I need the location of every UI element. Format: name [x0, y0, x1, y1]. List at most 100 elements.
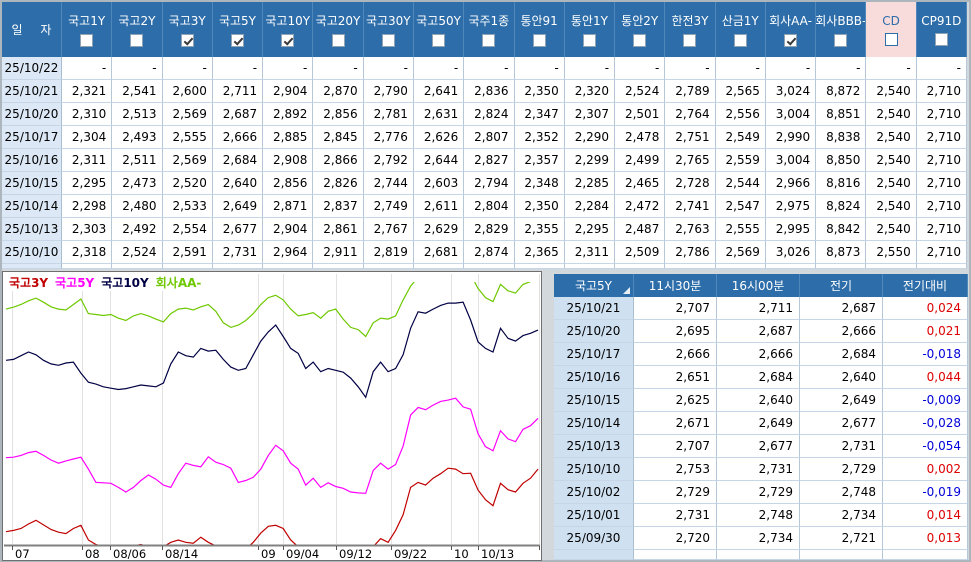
table-row[interactable]: 25/10/16 2,311 2,511 2,569 2,684 2,908 2,866 2,… [2, 149, 967, 172]
column-header-7[interactable]: 국고50Y [413, 2, 465, 57]
quote-cell: 2,649 [717, 412, 800, 435]
column-header-1[interactable]: 국고2Y [112, 2, 163, 57]
quote-row[interactable]: 25/10/02 2,729 2,729 2,748 -0,019 [554, 481, 968, 504]
quote-cell: 2,684 [717, 366, 800, 389]
column-header-17[interactable]: CP91D [916, 2, 967, 57]
yield-cell: 2,547 [715, 195, 766, 218]
yield-cell: - [112, 57, 163, 80]
table-row[interactable]: 25/10/14 2,298 2,480 2,533 2,649 2,871 2,837 2,… [2, 195, 967, 218]
column-checkbox-2[interactable] [180, 34, 194, 47]
yield-cell: 2,764 [665, 103, 716, 126]
yield-cell [263, 264, 314, 269]
yield-cell: - [212, 57, 264, 80]
column-checkbox-17[interactable] [934, 32, 948, 46]
yield-cell: 2,520 [162, 172, 213, 195]
table-row[interactable]: 25/10/22- - - - - - - - - - - - - - - - - - [2, 57, 967, 80]
quote-column-header-3[interactable]: 전기 [800, 274, 883, 297]
column-checkbox-12[interactable] [683, 34, 697, 47]
yield-cell: - [615, 57, 666, 80]
column-header-11[interactable]: 통안2Y [615, 2, 666, 57]
yield-cell [615, 264, 666, 269]
x-axis-label: 09 [261, 547, 276, 561]
column-checkbox-14[interactable] [784, 34, 798, 47]
column-header-label: 회사BBB- [816, 14, 867, 28]
yield-cell: - [313, 57, 364, 80]
quote-date: 25/10/17 [554, 343, 634, 366]
yield-cell: 2,298 [62, 195, 113, 218]
column-checkbox-5[interactable] [331, 34, 345, 47]
column-header-9[interactable]: 통안91 [514, 2, 565, 57]
column-header-4[interactable]: 국고10Y [263, 2, 314, 57]
yield-cell: 2,355 [514, 218, 565, 241]
column-header-13[interactable]: 산금1Y [715, 2, 766, 57]
table-row[interactable]: 25/10/21 2,321 2,541 2,600 2,711 2,904 2,870 2,… [2, 80, 967, 103]
column-checkbox-4[interactable] [281, 34, 295, 47]
column-checkbox-8[interactable] [482, 34, 496, 47]
quote-row[interactable]: 25/10/20 2,695 2,687 2,666 0,021 [554, 320, 968, 343]
yield-cell: 2,303 [62, 218, 113, 241]
row-date [2, 264, 62, 269]
column-header-16[interactable]: CD [866, 2, 917, 57]
table-row[interactable]: 25/10/10 2,318 2,524 2,591 2,731 2,964 2,911 2,… [2, 241, 967, 264]
yield-cell: 2,357 [514, 149, 565, 172]
yield-cell: 2,524 [112, 241, 163, 264]
column-header-3[interactable]: 국고5Y [212, 2, 264, 57]
column-header-10[interactable]: 통안1Y [564, 2, 616, 57]
quote-row[interactable]: 25/10/16 2,651 2,684 2,640 0,044 [554, 366, 968, 389]
quote-row[interactable]: 25/10/17 2,666 2,666 2,684 -0,018 [554, 343, 968, 366]
column-header-2[interactable]: 국고3Y [162, 2, 213, 57]
column-header-15[interactable]: 회사BBB- [816, 2, 867, 57]
change-cell: -0,009 [883, 389, 968, 412]
column-checkbox-1[interactable] [130, 34, 144, 47]
yield-cell: 2,751 [665, 126, 716, 149]
quote-row[interactable]: 25/10/01 2,731 2,748 2,734 0,014 [554, 504, 968, 527]
column-checkbox-6[interactable] [381, 34, 395, 47]
yield-cell: 2,763 [665, 218, 716, 241]
column-header-5[interactable]: 국고20Y [313, 2, 364, 57]
column-checkbox-3[interactable] [230, 34, 244, 47]
column-checkbox-0[interactable] [80, 34, 94, 47]
column-checkbox-13[interactable] [733, 34, 747, 47]
quote-cell [800, 550, 883, 560]
column-checkbox-16[interactable] [884, 32, 898, 46]
column-header-8[interactable]: 국주1종 [464, 2, 515, 57]
column-checkbox-15[interactable] [834, 34, 848, 47]
column-header-label: 국고50Y [416, 14, 461, 28]
table-row[interactable]: 25/10/13 2,303 2,492 2,554 2,677 2,904 2,861 2,… [2, 218, 967, 241]
quote-row[interactable]: 25/10/13 2,707 2,677 2,731 -0,054 [554, 435, 968, 458]
quote-row[interactable]: 25/10/14 2,671 2,649 2,677 -0,028 [554, 412, 968, 435]
column-checkbox-11[interactable] [633, 34, 647, 47]
quote-row[interactable]: 25/10/15 2,625 2,640 2,649 -0,009 [554, 389, 968, 412]
column-header-label: 국주1종 [468, 14, 510, 28]
yield-cell: 2,728 [665, 172, 716, 195]
column-header-12[interactable]: 한전3Y [665, 2, 716, 57]
column-checkbox-10[interactable] [582, 34, 596, 47]
yield-cell: 2,804 [464, 195, 515, 218]
quote-column-header-2[interactable]: 16시00분 [717, 274, 800, 297]
yield-cell: 2,487 [615, 218, 666, 241]
quote-cell: 2,666 [800, 320, 883, 343]
quote-row[interactable]: 25/10/10 2,753 2,731 2,729 0,002 [554, 458, 968, 481]
quote-column-header-1[interactable]: 11시30분 [634, 274, 717, 297]
yield-cell: - [263, 57, 314, 80]
column-header-0[interactable]: 국고1Y [62, 2, 113, 57]
table-row[interactable]: 25/10/15 2,295 2,473 2,520 2,640 2,856 2,826 2,… [2, 172, 967, 195]
yield-cell: 2,290 [564, 126, 616, 149]
column-header-6[interactable]: 국고30Y [363, 2, 414, 57]
quote-date: 25/10/20 [554, 320, 634, 343]
row-date: 25/10/16 [2, 149, 62, 172]
quote-row[interactable]: 25/10/21 2,707 2,711 2,687 0,024 [554, 297, 968, 320]
yield-cell: 2,509 [615, 241, 666, 264]
quote-row[interactable]: 25/09/30 2,720 2,734 2,721 0,013 [554, 527, 968, 550]
yield-cell: 2,710 [916, 218, 967, 241]
table-row[interactable]: 25/10/20 2,310 2,513 2,569 2,687 2,892 2,856 2,… [2, 103, 967, 126]
quote-date [554, 550, 634, 560]
column-checkbox-9[interactable] [532, 34, 546, 47]
x-axis-label: 09/12 [339, 547, 372, 561]
quote-cell: 2,695 [634, 320, 717, 343]
column-header-14[interactable]: 회사AA- [765, 2, 817, 57]
quote-column-header-4[interactable]: 전기대비 [883, 274, 968, 297]
quote-column-header-0[interactable]: 국고5Y [554, 274, 634, 297]
table-row[interactable]: 25/10/17 2,304 2,493 2,555 2,666 2,885 2,845 2,… [2, 126, 967, 149]
column-checkbox-7[interactable] [432, 34, 446, 47]
